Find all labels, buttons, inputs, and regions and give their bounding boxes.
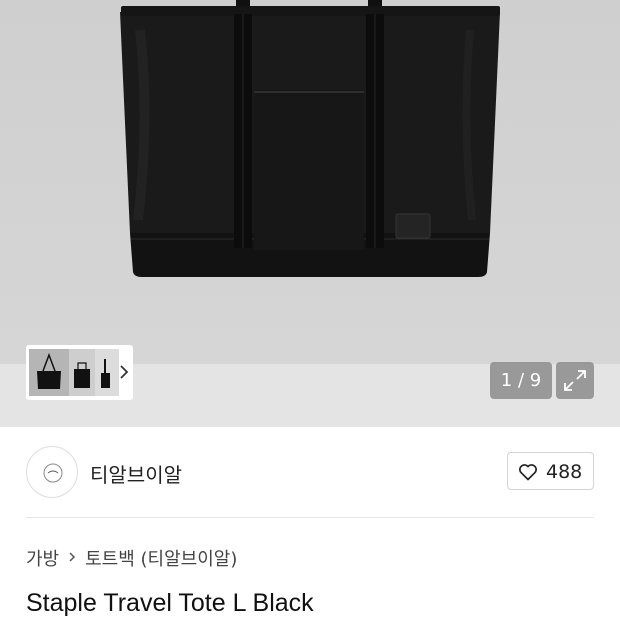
seller-logo[interactable] (26, 446, 78, 498)
like-count: 488 (546, 461, 583, 483)
tote-bag-photo (120, 0, 500, 277)
thumbnail-2[interactable] (69, 349, 95, 396)
product-title: Staple Travel Tote L Black (26, 589, 314, 617)
image-counter: 1 / 9 (490, 362, 552, 399)
expand-image-button[interactable] (556, 362, 594, 399)
seller-row: 티알브이알 488 (26, 446, 594, 498)
thumbnail-strip[interactable] (26, 345, 133, 400)
product-main-image[interactable] (0, 0, 620, 364)
thumbnail-1[interactable] (29, 349, 69, 396)
breadcrumb-item-bags[interactable]: 가방 (26, 545, 59, 571)
thumbnail-3[interactable] (95, 349, 119, 396)
breadcrumb-item-tote-bags[interactable]: 토트백 (티알브이알) (85, 545, 237, 571)
divider (26, 517, 594, 518)
tote-bag-thumbnail (101, 359, 110, 388)
breadcrumb: 가방 토트백 (티알브이알) (26, 546, 237, 570)
heart-icon (519, 464, 537, 481)
seller-logo-mark (43, 463, 63, 483)
like-button[interactable]: 488 (507, 452, 594, 490)
tote-bag-thumbnail (74, 362, 90, 388)
seller-name[interactable]: 티알브이알 (90, 459, 182, 488)
expand-icon (564, 370, 586, 391)
chevron-right-icon (67, 548, 77, 569)
tote-bag-thumbnail (37, 352, 61, 389)
chevron-right-icon (120, 365, 129, 379)
thumbnail-next-button[interactable] (117, 361, 131, 383)
product-image-gallery[interactable]: 1 / 9 (0, 0, 620, 427)
